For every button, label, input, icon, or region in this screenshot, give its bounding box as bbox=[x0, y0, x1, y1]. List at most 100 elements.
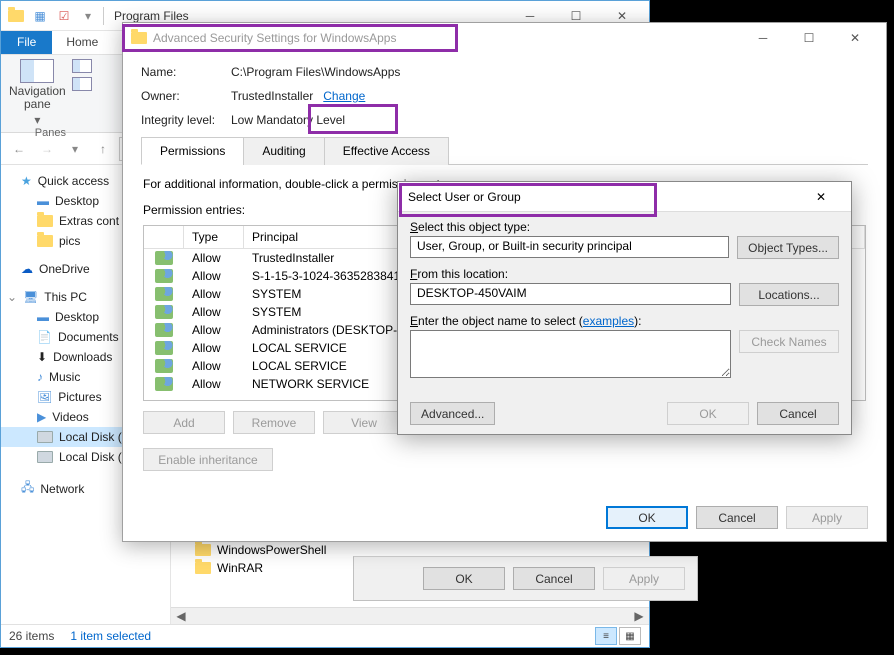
enable-inheritance-button[interactable]: Enable inheritance bbox=[143, 448, 273, 471]
locations-button[interactable]: Locations... bbox=[739, 283, 839, 306]
add-button[interactable]: Add bbox=[143, 411, 225, 434]
network-icon: 🖧 bbox=[21, 478, 34, 499]
tab-effective-access[interactable]: Effective Access bbox=[324, 137, 449, 165]
owner-value: TrustedInstaller bbox=[231, 89, 313, 103]
from-location-label: From this location: bbox=[410, 267, 839, 281]
group-icon bbox=[155, 323, 173, 337]
select-user-dialog: Select User or Group ✕ Select this objec… bbox=[397, 181, 852, 435]
folder-icon bbox=[37, 235, 53, 247]
icons-view-button[interactable]: ▦ bbox=[619, 627, 641, 645]
status-selected: 1 item selected bbox=[70, 629, 151, 643]
view-button[interactable]: View bbox=[323, 411, 405, 434]
desktop-icon: ▬ bbox=[37, 310, 49, 324]
perm-type: Allow bbox=[184, 375, 244, 393]
status-bar: 26 items 1 item selected ≡ ▦ bbox=[1, 624, 649, 647]
recent-dropdown[interactable]: ▾ bbox=[63, 137, 87, 161]
group-icon bbox=[155, 377, 173, 391]
col-type[interactable]: Type bbox=[184, 226, 244, 248]
name-label: Name: bbox=[141, 65, 231, 79]
enter-name-label: Enter the object name to select (example… bbox=[410, 314, 839, 328]
tab-auditing[interactable]: Auditing bbox=[243, 137, 324, 165]
drive-icon bbox=[37, 431, 53, 443]
inner-properties-footer: OK Cancel Apply bbox=[353, 556, 698, 601]
music-icon: ♪ bbox=[37, 370, 43, 384]
perm-type: Allow bbox=[184, 267, 244, 285]
perm-type: Allow bbox=[184, 321, 244, 339]
perm-type: Allow bbox=[184, 357, 244, 375]
qat-dropdown-icon[interactable]: ▾ bbox=[77, 5, 99, 27]
group-icon bbox=[155, 341, 173, 355]
advsec-minimize-button[interactable]: ─ bbox=[740, 24, 786, 52]
star-icon: ★ bbox=[21, 174, 32, 188]
pictures-icon: 🖼 bbox=[37, 390, 52, 404]
inner-apply-button[interactable]: Apply bbox=[603, 567, 685, 590]
advsec-title: Advanced Security Settings for WindowsAp… bbox=[153, 31, 396, 45]
qat-properties-icon[interactable]: ▦ bbox=[29, 5, 51, 27]
integrity-value: Low Mandatory Level bbox=[231, 113, 345, 127]
advsec-cancel-button[interactable]: Cancel bbox=[696, 506, 778, 529]
advsec-titlebar: Advanced Security Settings for WindowsAp… bbox=[123, 23, 886, 53]
object-name-input[interactable] bbox=[410, 330, 731, 378]
file-tab[interactable]: File bbox=[1, 31, 52, 54]
check-names-button[interactable]: Check Names bbox=[739, 330, 839, 353]
advsec-apply-button[interactable]: Apply bbox=[786, 506, 868, 529]
owner-label: Owner: bbox=[141, 89, 231, 103]
change-owner-link[interactable]: Change bbox=[323, 89, 365, 103]
perm-type: Allow bbox=[184, 339, 244, 357]
qat-check-icon[interactable]: ☑ bbox=[53, 5, 75, 27]
group-icon bbox=[155, 287, 173, 301]
scroll-left-icon[interactable]: ◀ bbox=[173, 609, 189, 623]
object-type-field: User, Group, or Built-in security princi… bbox=[410, 236, 729, 258]
seldlg-close-button[interactable]: ✕ bbox=[801, 183, 841, 211]
object-type-label: Select this object type: bbox=[410, 220, 839, 234]
inner-cancel-button[interactable]: Cancel bbox=[513, 567, 595, 590]
desktop-icon: ▬ bbox=[37, 194, 49, 208]
advanced-button[interactable]: Advanced... bbox=[410, 402, 495, 425]
seldlg-cancel-button[interactable]: Cancel bbox=[757, 402, 839, 425]
home-tab[interactable]: Home bbox=[52, 31, 112, 54]
chevron-down-icon[interactable]: ⌄ bbox=[7, 290, 17, 304]
folder-icon bbox=[37, 215, 53, 227]
advsec-maximize-button[interactable]: ☐ bbox=[786, 24, 832, 52]
group-icon bbox=[155, 359, 173, 373]
back-button[interactable]: ← bbox=[7, 137, 31, 161]
group-icon bbox=[155, 251, 173, 265]
scroll-right-icon[interactable]: ▶ bbox=[631, 609, 647, 623]
group-icon bbox=[155, 305, 173, 319]
horizontal-scrollbar[interactable]: ◀ ▶ bbox=[171, 607, 649, 624]
object-types-button[interactable]: Object Types... bbox=[737, 236, 839, 259]
from-location-field: DESKTOP-450VAIM bbox=[410, 283, 731, 305]
remove-button[interactable]: Remove bbox=[233, 411, 315, 434]
onedrive-icon: ☁ bbox=[21, 262, 33, 276]
drive-icon bbox=[37, 451, 53, 463]
perm-type: Allow bbox=[184, 249, 244, 267]
details-view-button[interactable]: ≡ bbox=[595, 627, 617, 645]
folder-icon bbox=[5, 5, 27, 27]
preview-pane-icon[interactable] bbox=[72, 59, 92, 73]
tab-permissions[interactable]: Permissions bbox=[141, 137, 244, 165]
seldlg-titlebar: Select User or Group ✕ bbox=[398, 182, 851, 212]
downloads-icon: ⬇ bbox=[37, 350, 47, 364]
perm-type: Allow bbox=[184, 303, 244, 321]
forward-button[interactable]: → bbox=[35, 137, 59, 161]
folder-icon bbox=[131, 32, 147, 44]
perm-type: Allow bbox=[184, 285, 244, 303]
group-icon bbox=[155, 269, 173, 283]
advsec-ok-button[interactable]: OK bbox=[606, 506, 688, 529]
status-item-count: 26 items bbox=[9, 629, 54, 643]
up-button[interactable]: ↑ bbox=[91, 137, 115, 161]
details-pane-icon[interactable] bbox=[72, 77, 92, 91]
advsec-close-button[interactable]: ✕ bbox=[832, 24, 878, 52]
videos-icon: ▶ bbox=[37, 410, 46, 424]
pc-icon: 🖥 bbox=[23, 290, 38, 304]
documents-icon: 📄 bbox=[37, 330, 52, 344]
seldlg-title: Select User or Group bbox=[408, 190, 521, 204]
inner-ok-button[interactable]: OK bbox=[423, 567, 505, 590]
integrity-label: Integrity level: bbox=[141, 113, 231, 127]
name-value: C:\Program Files\WindowsApps bbox=[231, 65, 400, 79]
explorer-title: Program Files bbox=[114, 9, 189, 23]
navigation-pane-button[interactable]: Navigation pane ▾ bbox=[9, 59, 66, 127]
seldlg-ok-button[interactable]: OK bbox=[667, 402, 749, 425]
examples-link[interactable]: examples bbox=[583, 314, 634, 328]
advsec-tabs: Permissions Auditing Effective Access bbox=[141, 137, 868, 165]
